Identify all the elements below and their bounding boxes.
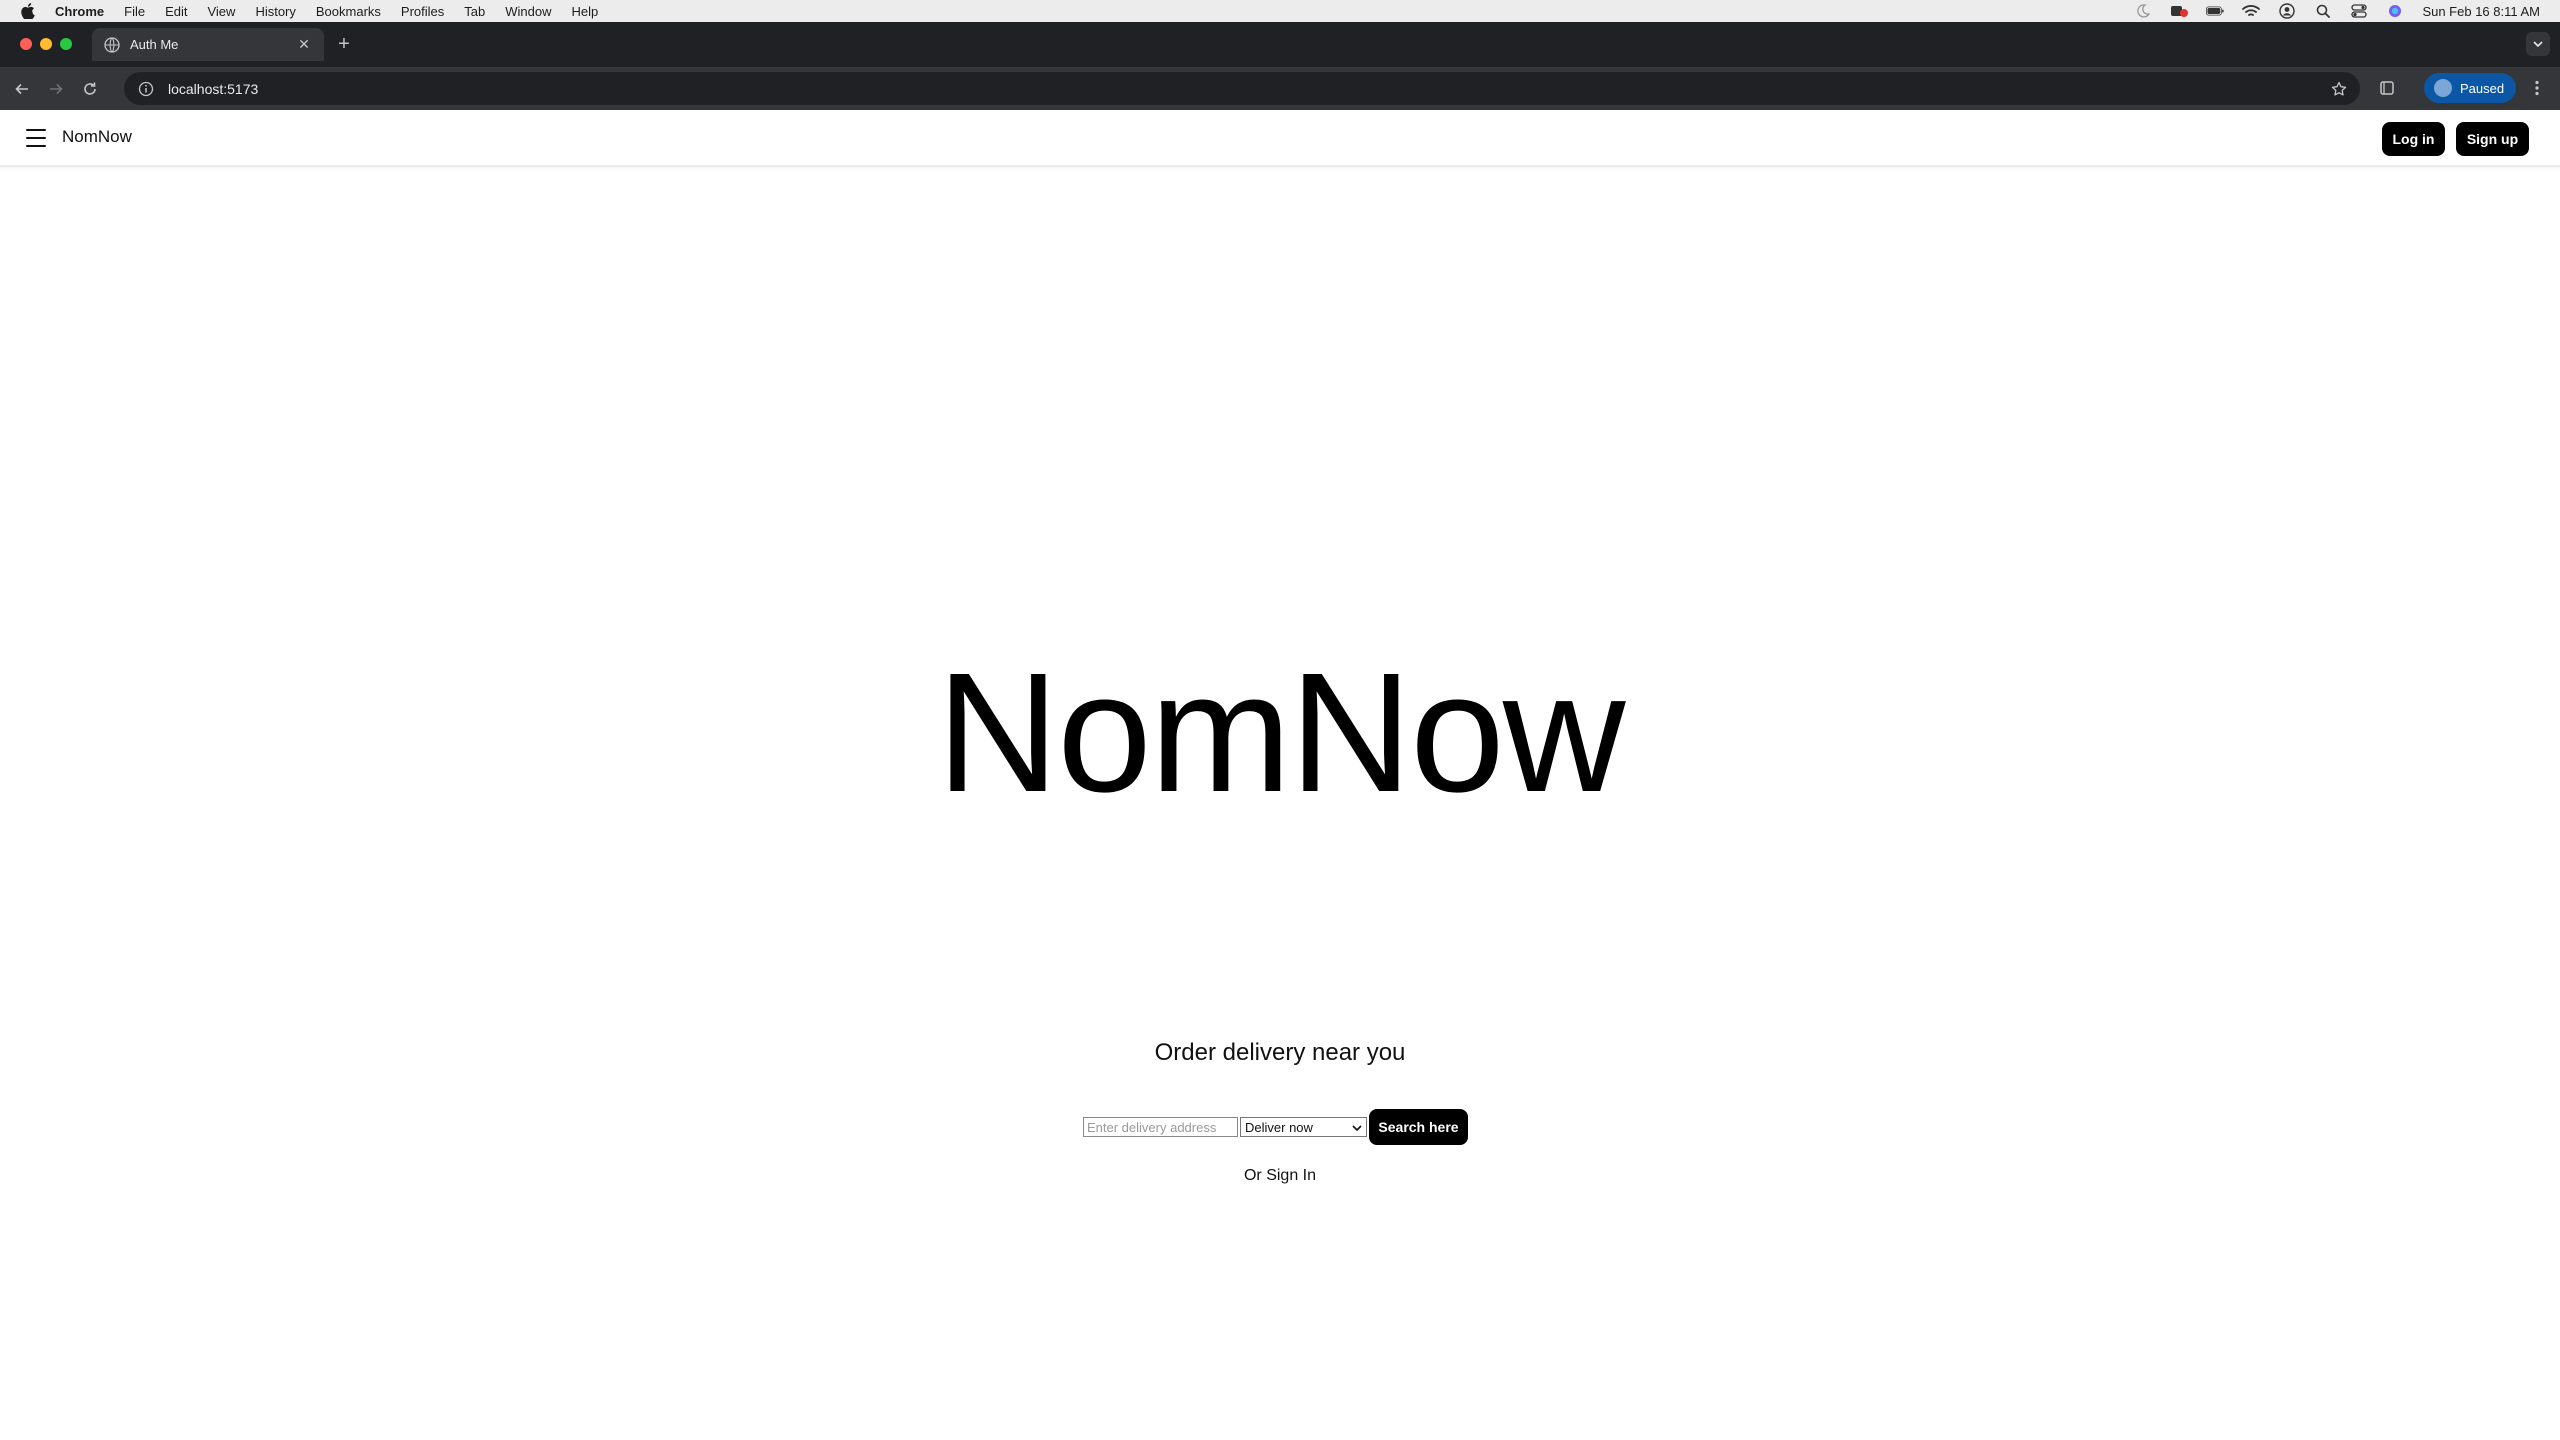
- signup-button[interactable]: Sign up: [2456, 122, 2529, 156]
- profile-avatar: [2434, 79, 2452, 97]
- menu-profiles[interactable]: Profiles: [401, 4, 444, 19]
- control-center-icon[interactable]: [2350, 4, 2368, 18]
- window-zoom-button[interactable]: [60, 38, 72, 50]
- site-info-icon[interactable]: [138, 81, 154, 97]
- menu-view[interactable]: View: [207, 4, 235, 19]
- address-bar[interactable]: localhost:5173: [124, 72, 2360, 105]
- menu-edit[interactable]: Edit: [165, 4, 187, 19]
- menu-bookmarks[interactable]: Bookmarks: [316, 4, 381, 19]
- menu-app-chrome[interactable]: Chrome: [55, 4, 104, 19]
- menu-tab[interactable]: Tab: [464, 4, 485, 19]
- window-minimize-button[interactable]: [40, 38, 52, 50]
- apple-logo-icon[interactable]: [21, 3, 35, 19]
- delivery-search-form: Deliver now Search here: [1083, 1109, 1468, 1145]
- login-button[interactable]: Log in: [2382, 122, 2445, 156]
- bookmark-star-icon[interactable]: [2330, 80, 2348, 98]
- delivery-address-input[interactable]: [1083, 1117, 1238, 1137]
- hamburger-menu-icon[interactable]: [26, 129, 46, 147]
- menu-window[interactable]: Window: [505, 4, 551, 19]
- browser-tab-strip: Auth Me ✕ +: [0, 22, 2560, 67]
- globe-icon: [104, 36, 120, 53]
- window-close-button[interactable]: [20, 38, 32, 50]
- browser-toolbar: localhost:5173 Paused: [0, 67, 2560, 110]
- wifi-icon[interactable]: [2242, 4, 2261, 18]
- new-tab-plus-icon[interactable]: +: [334, 33, 354, 55]
- extensions-puzzle-icon[interactable]: [2376, 77, 2398, 99]
- delivery-time-select[interactable]: Deliver now: [1240, 1117, 1367, 1137]
- browser-tab-active[interactable]: Auth Me ✕: [92, 28, 324, 61]
- back-arrow-icon[interactable]: [10, 77, 34, 101]
- tab-close-icon[interactable]: ✕: [296, 36, 312, 53]
- menu-history[interactable]: History: [255, 4, 295, 19]
- signin-link[interactable]: Or Sign In: [0, 1167, 2560, 1185]
- user-account-icon[interactable]: [2278, 3, 2296, 19]
- battery-icon[interactable]: [2206, 4, 2225, 18]
- siri-icon[interactable]: [2386, 4, 2404, 18]
- clock-datetime[interactable]: Sun Feb 16 8:11 AM: [2422, 4, 2540, 19]
- forward-arrow-icon[interactable]: [44, 77, 68, 101]
- moon-icon[interactable]: [2134, 4, 2152, 18]
- tab-search-chevron-icon[interactable]: [2526, 32, 2550, 56]
- delivery-time-value: Deliver now: [1245, 1119, 1313, 1135]
- spotlight-search-icon[interactable]: [2314, 4, 2332, 18]
- search-button[interactable]: Search here: [1369, 1109, 1468, 1145]
- chrome-menu-kebab-icon[interactable]: [2526, 77, 2548, 99]
- reload-icon[interactable]: [78, 77, 102, 101]
- app-navbar: NomNow Log in Sign up: [0, 110, 2560, 167]
- tab-title: Auth Me: [130, 37, 179, 52]
- chevron-down-icon: [1352, 1120, 1362, 1135]
- menu-help[interactable]: Help: [572, 4, 599, 19]
- menu-file[interactable]: File: [124, 4, 145, 19]
- profile-status-text: Paused: [2460, 80, 2505, 96]
- hero-title: NomNow: [936, 638, 1625, 828]
- hero-subtitle: Order delivery near you: [1154, 1039, 1406, 1066]
- app-badge-icon[interactable]: [2170, 4, 2189, 18]
- brand-logo-text[interactable]: NomNow: [62, 127, 132, 147]
- profile-paused-chip[interactable]: Paused: [2424, 73, 2516, 103]
- url-text[interactable]: localhost:5173: [168, 81, 258, 97]
- macos-menu-bar: Chrome File Edit View History Bookmarks …: [0, 0, 2560, 22]
- status-area: Sun Feb 16 8:11 AM: [2134, 0, 2540, 22]
